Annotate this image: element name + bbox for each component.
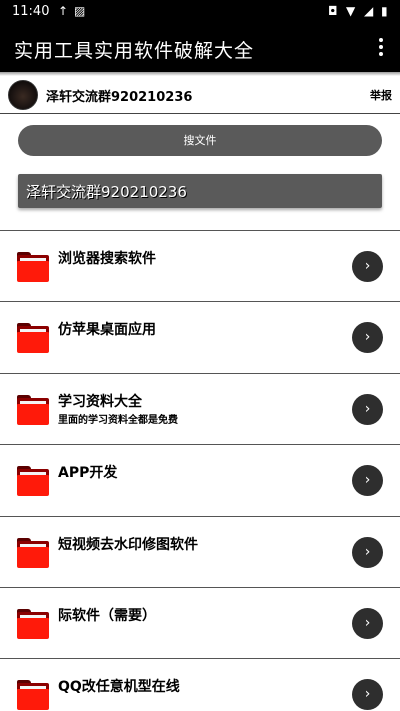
no-sim-icon: ▨	[74, 4, 86, 18]
list-item[interactable]: 仿苹果桌面应用 ›	[0, 301, 400, 373]
no-signal-icon: ◢	[364, 4, 374, 18]
list-item[interactable]: 浏览器搜索软件 ›	[0, 230, 400, 302]
avatar[interactable]	[8, 80, 38, 110]
list-item[interactable]: APP开发 ›	[0, 444, 400, 516]
chevron-right-icon[interactable]: ›	[352, 607, 383, 639]
chevron-right-icon[interactable]: ›	[352, 393, 383, 425]
list-item-label: 仿苹果桌面应用	[58, 322, 156, 339]
chevron-right-icon[interactable]: ›	[352, 322, 383, 354]
list-item[interactable]: 学习资料大全里面的学习资料全都是免费 ›	[0, 372, 400, 445]
profile-name: 泽轩交流群920210236	[46, 90, 193, 105]
status-time: 11:40	[12, 4, 50, 19]
list-item-label: QQ改任意机型在线	[58, 679, 180, 696]
report-link[interactable]: 举报	[370, 87, 392, 103]
chevron-right-icon[interactable]: ›	[352, 465, 383, 497]
upload-arrow-icon: ↑	[58, 4, 69, 18]
red-folder-icon	[17, 466, 49, 497]
notice-banner: 泽轩交流群920210236	[18, 174, 382, 208]
notice-text: 泽轩交流群920210236	[26, 183, 187, 201]
chevron-right-icon[interactable]: ›	[352, 251, 383, 282]
profile-header: 泽轩交流群920210236 举报	[0, 76, 400, 114]
list-item-sublabel: 里面的学习资料全都是免费	[58, 414, 178, 426]
list-item[interactable]: QQ改任意机型在线 ›	[0, 658, 400, 711]
list-item-label: 短视频去水印修图软件	[58, 536, 198, 553]
more-vert-icon[interactable]	[374, 36, 388, 60]
battery-icon: ▮	[381, 4, 388, 18]
chevron-right-icon[interactable]: ›	[352, 536, 383, 568]
search-files-button[interactable]: 搜文件	[18, 125, 382, 156]
app-title: 实用工具实用软件破解大全	[14, 40, 255, 62]
red-folder-icon	[17, 394, 49, 425]
red-folder-icon	[17, 608, 49, 639]
category-list: 浏览器搜索软件 › 仿苹果桌面应用 › 学习资料大全 里面的学习资料全都是免费 › APP开发…	[0, 230, 400, 711]
list-item[interactable]: 短视频去水印修图软件 ›	[0, 515, 400, 587]
wifi-icon: ▼	[346, 4, 356, 18]
red-folder-icon	[17, 680, 49, 711]
red-folder-icon	[17, 323, 49, 354]
red-folder-icon	[17, 252, 49, 282]
status-bar: 11:40 ↑ ▨ ◘ ▼ ◢ ▮	[0, 0, 400, 24]
list-item-label: 学习资料大全	[58, 393, 142, 410]
list-item[interactable]: 际软件（需要） ›	[0, 586, 400, 659]
list-item-label: 浏览器搜索软件	[58, 251, 156, 267]
red-folder-icon	[17, 537, 49, 568]
camera-icon: ◘	[328, 4, 338, 18]
list-item-label: APP开发	[58, 465, 118, 482]
app-bar: 实用工具实用软件破解大全	[0, 24, 400, 72]
list-item-label: 际软件（需要）	[58, 607, 156, 624]
chevron-right-icon[interactable]: ›	[352, 679, 383, 711]
